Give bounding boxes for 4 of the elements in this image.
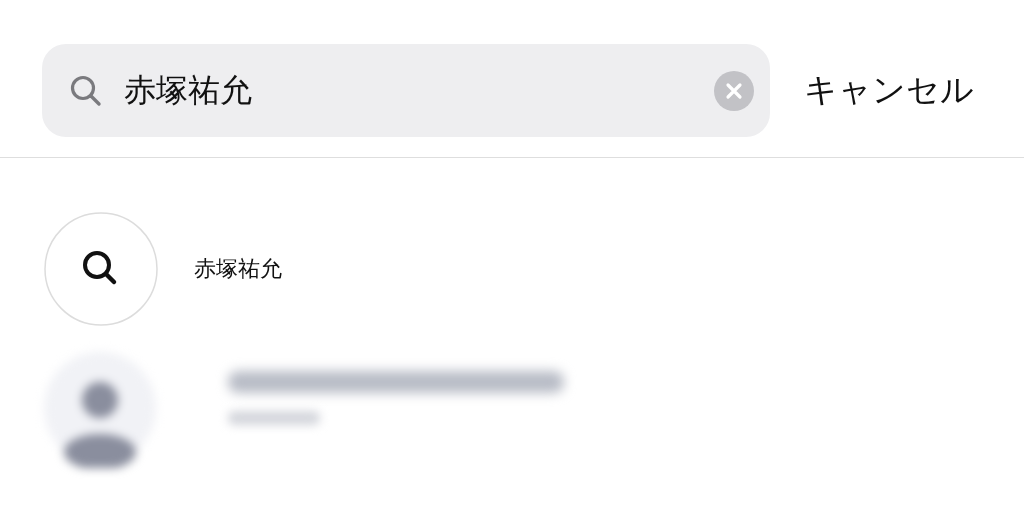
search-icon[interactable] [44, 212, 158, 326]
search-suggestion[interactable]: 赤塚祐允 [194, 254, 282, 284]
search-field[interactable]: 赤塚祐允 [42, 44, 770, 137]
cancel-button[interactable]: キャンセル [804, 68, 974, 113]
